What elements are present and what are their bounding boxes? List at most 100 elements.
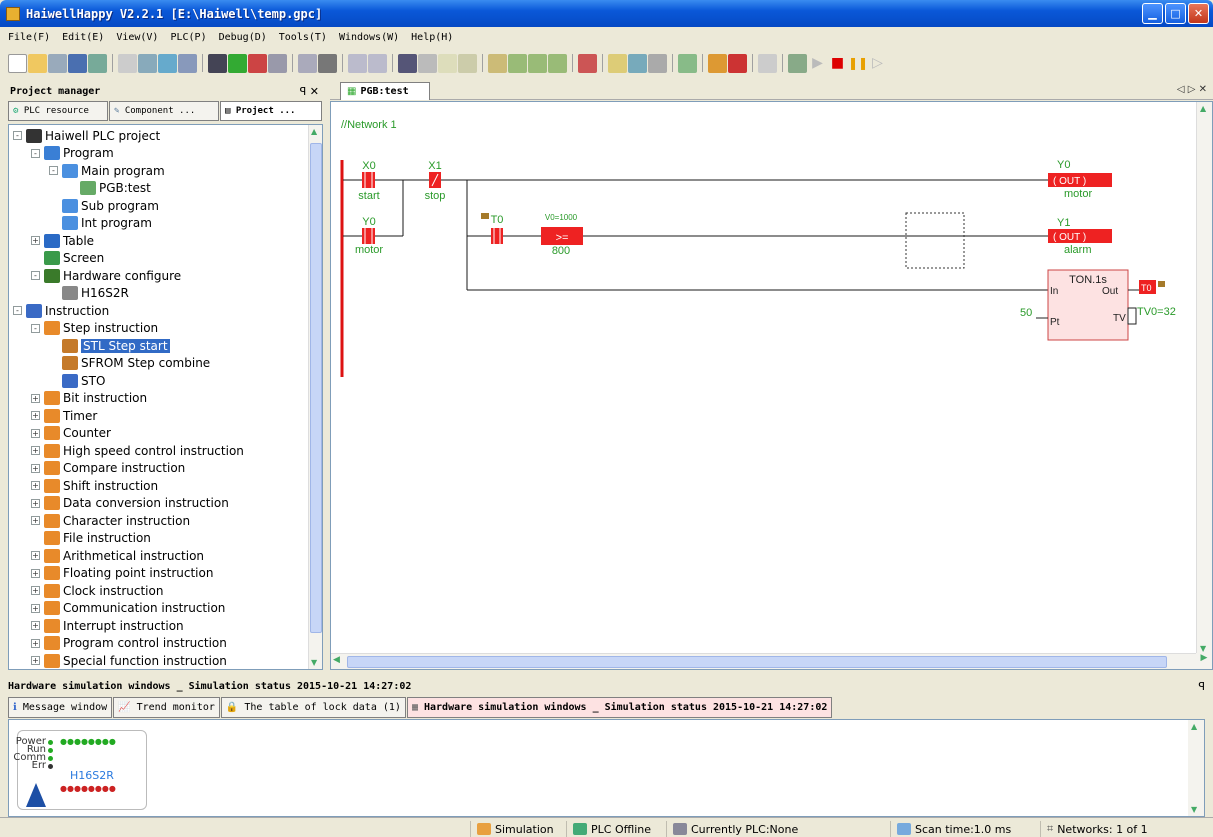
ladder-horizontal-scrollbar[interactable]: ◀ <box>331 653 1198 669</box>
collapse-icon[interactable]: - <box>31 271 40 280</box>
collapse-icon[interactable]: - <box>31 148 40 158</box>
expand-icon[interactable]: + <box>31 428 40 438</box>
diagnose-icon[interactable] <box>578 53 597 73</box>
tree-node[interactable]: PGB:test <box>67 180 151 197</box>
delete-icon[interactable] <box>398 53 417 73</box>
collapse-icon[interactable]: - <box>31 323 40 333</box>
stop-icon[interactable]: ■ <box>828 54 847 73</box>
tree-node[interactable]: SFROM Step combine <box>49 355 210 372</box>
expand-icon[interactable]: + <box>31 568 40 578</box>
expand-icon[interactable]: + <box>31 236 40 245</box>
undo-icon[interactable] <box>348 53 367 73</box>
ladder-vertical-scrollbar[interactable]: ▲ ▼ <box>1196 102 1212 655</box>
tab-pgb-test[interactable]: ▦ PGB:test <box>340 82 430 100</box>
properties-icon[interactable] <box>758 53 777 73</box>
tree-node[interactable]: + Data conversion instruction <box>31 495 229 512</box>
minimize-button[interactable]: ▁ <box>1142 3 1163 24</box>
save-icon[interactable] <box>68 53 87 73</box>
tree-scrollbar[interactable]: ▲ ▼ <box>308 125 322 669</box>
menu-debug[interactable]: Debug(D) <box>219 32 267 43</box>
expand-icon[interactable]: + <box>31 603 40 613</box>
pin-icon[interactable]: ꟼ ✕ <box>300 85 323 98</box>
tree-node[interactable]: + Program control instruction <box>31 635 227 652</box>
expand-icon[interactable]: + <box>31 481 40 490</box>
tree-node[interactable]: + High speed control instruction <box>31 442 244 459</box>
tree-node[interactable]: - Instruction <box>13 302 109 319</box>
undo-history-icon[interactable] <box>48 53 67 73</box>
cut-icon[interactable] <box>418 53 437 73</box>
tree-node[interactable]: + Arithmetical instruction <box>31 547 204 564</box>
tab-nav-arrows[interactable]: ◁ ▷ ✕ <box>1177 84 1207 95</box>
tab-message-window[interactable]: ℹ Message window <box>8 697 113 718</box>
chart-icon[interactable] <box>678 53 697 73</box>
tree-node[interactable]: + Timer <box>31 407 97 424</box>
redo-icon[interactable] <box>368 53 387 73</box>
ladder-editor[interactable]: //Network 1 X0 start X1 stop Y0 motor T0… <box>330 101 1213 670</box>
menu-file[interactable]: File(F) <box>8 32 50 43</box>
plc-icon[interactable] <box>208 53 227 73</box>
expand-icon[interactable]: + <box>31 411 40 420</box>
step-icon[interactable]: ▷ <box>868 54 887 73</box>
tree-node[interactable]: - Haiwell PLC project <box>13 127 160 144</box>
close-button[interactable]: ✕ <box>1188 3 1209 24</box>
tree-node[interactable]: + Table <box>31 232 94 249</box>
simulation-pin-icon[interactable]: ꟼ <box>1198 680 1205 693</box>
new-file-icon[interactable] <box>8 53 27 73</box>
tree-node[interactable]: - Step instruction <box>31 320 158 337</box>
menu-plc[interactable]: PLC(P) <box>170 32 206 43</box>
tree-node[interactable]: - Program <box>31 145 114 162</box>
settings-icon[interactable] <box>178 53 197 73</box>
tree-node[interactable]: - Main program <box>49 162 165 179</box>
tree-node[interactable]: File instruction <box>31 530 151 547</box>
tree-node[interactable]: + Interrupt instruction <box>31 617 184 634</box>
menu-view[interactable]: View(V) <box>116 32 158 43</box>
tree-node[interactable]: + Counter <box>31 425 111 442</box>
simulation-scrollbar[interactable]: ▲ ▼ <box>1188 720 1204 816</box>
expand-icon[interactable]: + <box>31 516 40 525</box>
plc-device[interactable]: Power Run Comm Err ●●●●●●●● H16S2R ●●●●●… <box>13 730 147 810</box>
menu-tools[interactable]: Tools(T) <box>279 32 327 43</box>
expand-icon[interactable]: + <box>31 586 40 595</box>
tab-component[interactable]: ✎ Component ... <box>109 101 219 121</box>
edit-project-icon[interactable] <box>158 53 177 73</box>
tab-lock-data[interactable]: 🔒 The table of lock data (1) <box>220 697 406 718</box>
lock-icon[interactable] <box>708 53 727 73</box>
expand-icon[interactable]: + <box>31 551 40 560</box>
compile-icon[interactable] <box>488 53 507 73</box>
expand-icon[interactable]: + <box>31 393 40 403</box>
tab-hardware-simulation[interactable]: ▦ Hardware simulation windows _ Simulati… <box>406 697 833 718</box>
tree-node[interactable]: Screen <box>31 250 104 267</box>
tree-node[interactable]: + Compare instruction <box>31 460 185 477</box>
expand-icon[interactable]: + <box>31 446 40 455</box>
simulate-icon[interactable] <box>788 53 807 73</box>
tab-plc-resource[interactable]: ⚙ PLC resource <box>8 101 108 121</box>
open-file-icon[interactable] <box>28 53 47 73</box>
network-copy-icon[interactable] <box>548 53 567 73</box>
tree-node[interactable]: + Bit instruction <box>31 390 147 407</box>
monitor-icon[interactable] <box>268 53 287 73</box>
expand-icon[interactable]: + <box>31 463 40 473</box>
wizard-icon[interactable] <box>608 53 627 73</box>
copy-icon[interactable] <box>438 53 457 73</box>
tree-node[interactable]: Int program <box>49 215 152 232</box>
collapse-icon[interactable]: - <box>49 166 58 175</box>
copy-project-icon[interactable] <box>138 53 157 73</box>
instruction-icon[interactable] <box>628 53 647 73</box>
tree-node[interactable]: STO <box>49 372 105 389</box>
tree-node[interactable]: + Communication instruction <box>31 600 225 617</box>
unlock-icon[interactable] <box>728 53 747 73</box>
find-icon[interactable] <box>318 53 337 73</box>
expand-icon[interactable]: + <box>31 638 40 648</box>
table-icon[interactable] <box>648 53 667 73</box>
tab-trend-monitor[interactable]: 📈 Trend monitor <box>113 697 220 718</box>
expand-icon[interactable]: + <box>31 621 40 630</box>
tree-node[interactable]: + Special function instruction <box>31 652 227 669</box>
resource-icon[interactable] <box>248 53 267 73</box>
menu-edit[interactable]: Edit(E) <box>62 32 104 43</box>
upload-icon[interactable] <box>88 53 107 73</box>
network-insert-icon[interactable] <box>508 53 527 73</box>
tree-node[interactable]: + Clock instruction <box>31 582 163 599</box>
tree-node[interactable]: STL Step start <box>49 337 170 354</box>
expand-icon[interactable]: + <box>31 498 40 508</box>
expand-icon[interactable]: + <box>31 656 40 665</box>
